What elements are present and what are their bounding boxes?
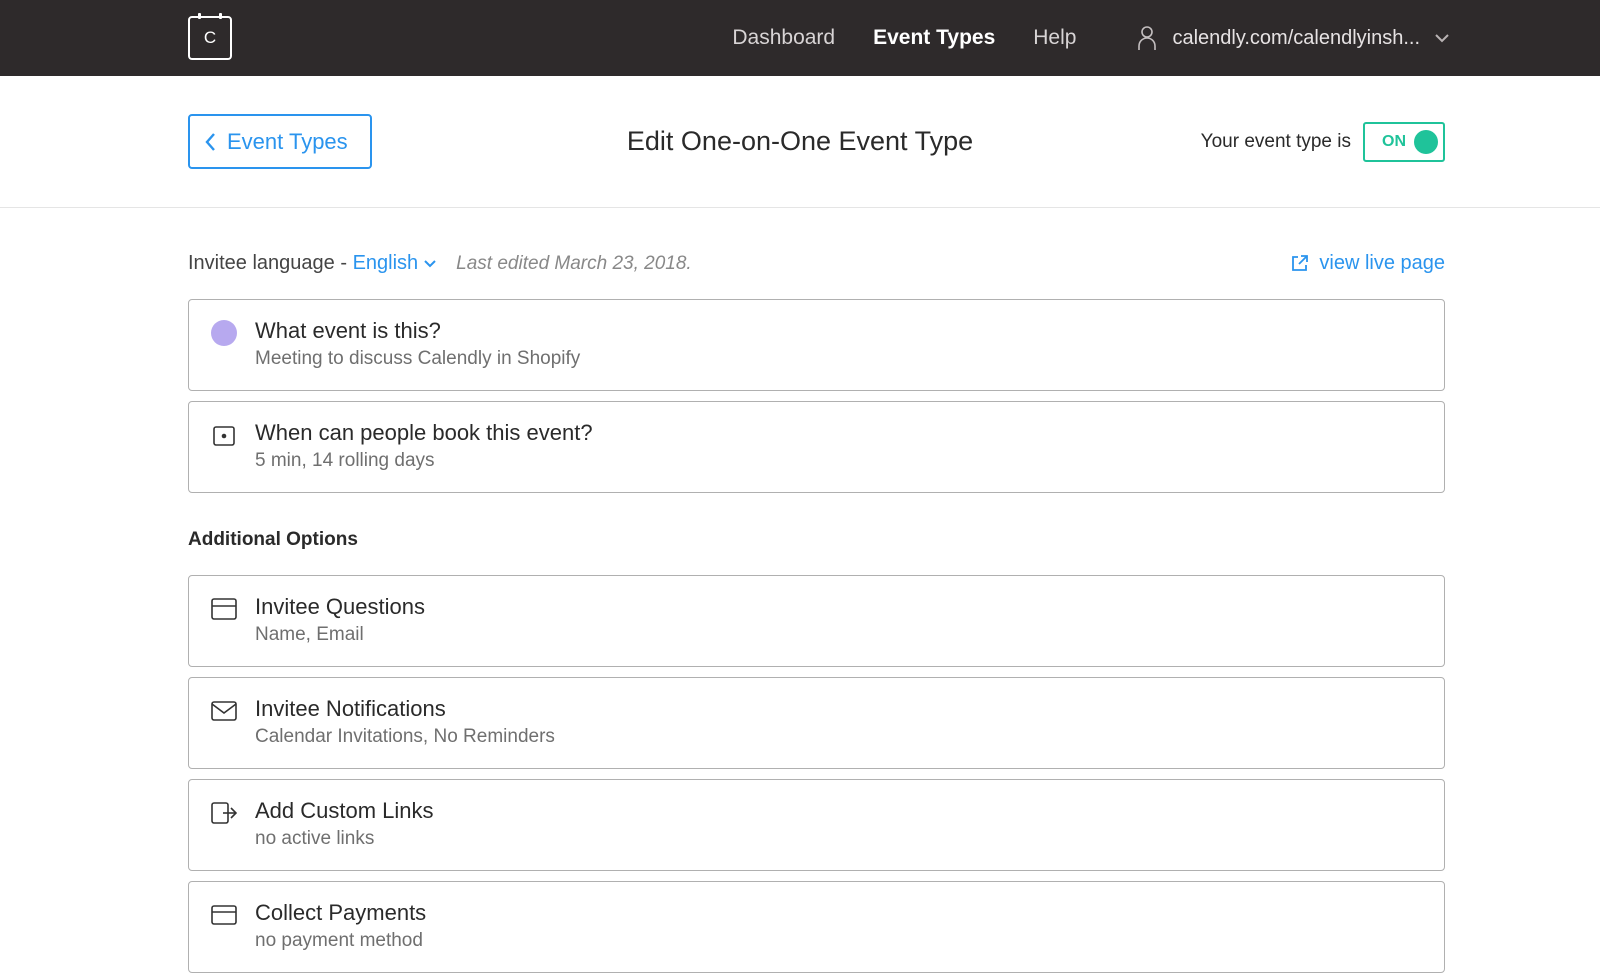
section-subtitle: Calendar Invitations, No Reminders (255, 726, 555, 748)
section-title: Add Custom Links (255, 798, 434, 824)
mail-icon (211, 698, 237, 724)
view-live-page-label: view live page (1319, 252, 1445, 275)
toggle-prefix-label: Your event type is (1201, 131, 1351, 153)
primary-nav: Dashboard Event Types Help (732, 26, 1076, 50)
section-title: Invitee Notifications (255, 696, 555, 722)
exit-icon (211, 800, 237, 826)
calendar-day-icon (211, 422, 237, 448)
content: Invitee language - English Last edited M… (0, 208, 1600, 973)
meta-row: Invitee language - English Last edited M… (188, 252, 1445, 275)
credit-card-icon (211, 902, 237, 928)
account-menu[interactable]: calendly.com/calendlyinsh... (1136, 25, 1450, 51)
chevron-down-icon (1434, 33, 1450, 43)
section-subtitle: no payment method (255, 930, 426, 952)
page-title: Edit One-on-One Event Type (627, 126, 973, 157)
section-title: What event is this? (255, 318, 580, 344)
invitee-language-select[interactable]: English (353, 252, 437, 275)
invitee-language-label: Invitee language - (188, 252, 353, 274)
section-subtitle: Meeting to discuss Calendly in Shopify (255, 348, 580, 370)
section-subtitle: no active links (255, 828, 434, 850)
event-type-on-toggle[interactable]: ON (1363, 122, 1445, 162)
section-title: Collect Payments (255, 900, 426, 926)
color-dot-icon (211, 320, 237, 346)
topbar: C Dashboard Event Types Help calendly.co… (0, 0, 1600, 76)
section-custom-links[interactable]: Add Custom Links no active links (188, 779, 1445, 871)
external-link-icon (1290, 254, 1309, 273)
toggle-knob (1414, 130, 1438, 154)
back-button-label: Event Types (227, 129, 348, 155)
brand-logo[interactable]: C (188, 16, 232, 60)
section-title: When can people book this event? (255, 420, 593, 446)
section-invitee-questions[interactable]: Invitee Questions Name, Email (188, 575, 1445, 667)
nav-help[interactable]: Help (1033, 26, 1076, 50)
section-title: Invitee Questions (255, 594, 425, 620)
additional-cards: Invitee Questions Name, Email Invitee No… (188, 575, 1445, 973)
event-type-toggle-group: Your event type is ON (1201, 122, 1445, 162)
invitee-language-value: English (353, 252, 419, 275)
form-icon (211, 596, 237, 622)
back-to-event-types-button[interactable]: Event Types (188, 114, 372, 169)
last-edited-label: Last edited March 23, 2018. (456, 253, 692, 275)
account-label: calendly.com/calendlyinsh... (1172, 27, 1420, 50)
chevron-left-icon (204, 132, 217, 152)
section-invitee-notifications[interactable]: Invitee Notifications Calendar Invitatio… (188, 677, 1445, 769)
section-when-book[interactable]: When can people book this event? 5 min, … (188, 401, 1445, 493)
section-what-event[interactable]: What event is this? Meeting to discuss C… (188, 299, 1445, 391)
toggle-state-label: ON (1382, 133, 1406, 151)
view-live-page-link[interactable]: view live page (1290, 252, 1445, 275)
invitee-language-wrapper: Invitee language - English (188, 252, 436, 275)
section-collect-payments[interactable]: Collect Payments no payment method (188, 881, 1445, 973)
section-subtitle: 5 min, 14 rolling days (255, 450, 593, 472)
section-subtitle: Name, Email (255, 624, 425, 646)
primary-cards: What event is this? Meeting to discuss C… (188, 299, 1445, 493)
chevron-down-icon (424, 260, 436, 268)
additional-options-label: Additional Options (188, 529, 1445, 551)
nav-event-types[interactable]: Event Types (873, 26, 995, 50)
subheader: Event Types Edit One-on-One Event Type Y… (0, 76, 1600, 208)
user-icon (1136, 25, 1158, 51)
brand-logo-letter: C (204, 28, 216, 48)
nav-dashboard[interactable]: Dashboard (732, 26, 835, 50)
